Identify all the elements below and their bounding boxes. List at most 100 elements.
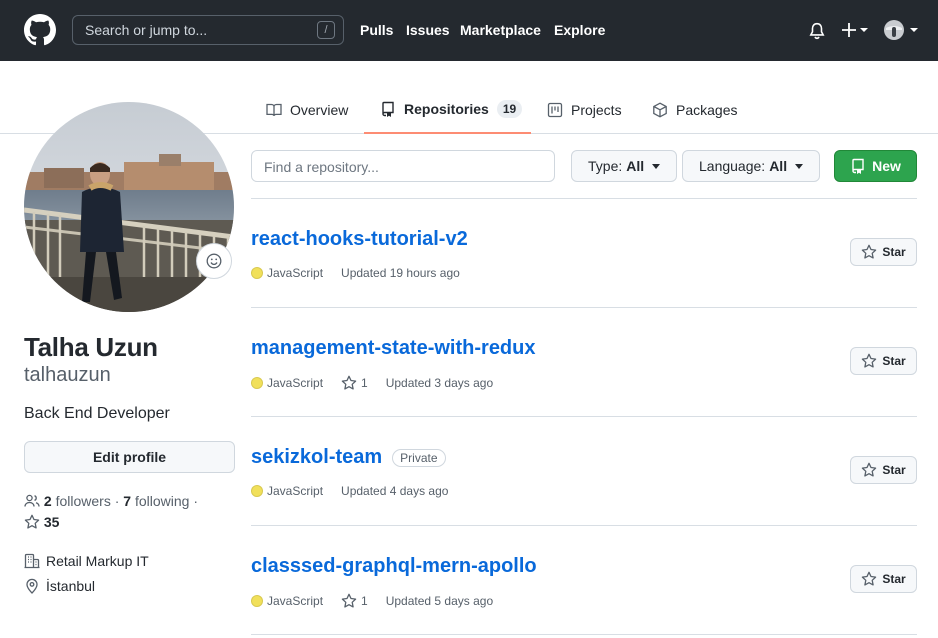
language-filter-label: Language: bbox=[699, 158, 766, 174]
smiley-icon bbox=[206, 253, 222, 269]
type-filter-label: Type: bbox=[588, 158, 623, 174]
repositories-count-badge: 19 bbox=[496, 100, 523, 118]
repo-name-link[interactable]: react-hooks-tutorial-v2 bbox=[251, 228, 468, 251]
profile-company: Retail Markup IT bbox=[24, 553, 149, 569]
repo-language: JavaScript bbox=[267, 266, 324, 280]
tab-projects-label: Projects bbox=[571, 101, 622, 118]
star-button[interactable]: Star bbox=[850, 238, 917, 266]
nav-marketplace[interactable]: Marketplace bbox=[460, 22, 541, 38]
people-icon bbox=[24, 494, 40, 507]
star-label: Star bbox=[882, 354, 906, 368]
repo-icon bbox=[382, 101, 394, 117]
github-logo-icon[interactable] bbox=[24, 14, 56, 46]
company-name: Retail Markup IT bbox=[46, 553, 149, 569]
tab-repositories-label: Repositories bbox=[404, 101, 489, 117]
top-header: Search or jump to... / Pulls Issues Mark… bbox=[0, 0, 938, 61]
stats-separator: · bbox=[193, 493, 199, 509]
star-label: Star bbox=[882, 245, 906, 259]
bell-icon[interactable] bbox=[808, 22, 826, 40]
caret-down-icon bbox=[795, 163, 804, 169]
repo-updated: Updated 19 hours ago bbox=[341, 266, 460, 280]
user-avatar-icon bbox=[884, 20, 918, 40]
repo-language: JavaScript bbox=[267, 594, 324, 608]
package-icon bbox=[653, 101, 667, 118]
following-link[interactable]: 7 following bbox=[123, 493, 189, 509]
location-name: İstanbul bbox=[46, 578, 96, 594]
repo-stargazers-link[interactable]: 1 bbox=[341, 593, 368, 609]
language-color-dot bbox=[251, 595, 263, 607]
star-icon bbox=[862, 353, 877, 368]
repo-list-item: react-hooks-tutorial-v2 JavaScript Updat… bbox=[251, 198, 917, 307]
followers-label: followers bbox=[55, 493, 111, 509]
stars-link[interactable]: 35 bbox=[24, 514, 59, 530]
repo-language: JavaScript bbox=[267, 376, 324, 390]
repo-title-row: management-state-with-redux bbox=[251, 337, 536, 360]
language-filter-dropdown[interactable]: Language: All bbox=[682, 150, 821, 182]
plus-icon bbox=[842, 23, 868, 37]
nav-explore[interactable]: Explore bbox=[554, 22, 605, 38]
language-color-dot bbox=[251, 377, 263, 389]
organization-icon bbox=[24, 553, 40, 569]
repo-language: JavaScript bbox=[267, 484, 324, 498]
star-button[interactable]: Star bbox=[850, 565, 917, 593]
followers-count: 2 bbox=[43, 493, 52, 509]
tab-packages-label: Packages bbox=[676, 101, 738, 118]
profile-location: İstanbul bbox=[24, 578, 95, 594]
type-filter-dropdown[interactable]: Type: All bbox=[571, 150, 678, 182]
create-new-dropdown[interactable] bbox=[840, 20, 870, 40]
location-icon bbox=[26, 578, 38, 594]
user-menu-dropdown[interactable] bbox=[884, 20, 920, 40]
repo-meta: JavaScript Updated 19 hours ago bbox=[251, 266, 460, 280]
star-icon bbox=[862, 462, 877, 477]
new-button-label: New bbox=[872, 158, 901, 174]
tab-overview-label: Overview bbox=[290, 101, 349, 118]
follow-stats: 2 followers · 7 following · 35 bbox=[24, 491, 224, 533]
private-badge: Private bbox=[392, 448, 446, 467]
followers-link[interactable]: 2 followers bbox=[44, 493, 111, 509]
star-icon bbox=[24, 514, 40, 529]
nav-issues[interactable]: Issues bbox=[406, 22, 450, 38]
repo-icon bbox=[852, 158, 864, 174]
star-icon bbox=[341, 593, 357, 608]
repo-meta: JavaScript Updated 4 days ago bbox=[251, 484, 448, 498]
star-button[interactable]: Star bbox=[850, 347, 917, 375]
star-label: Star bbox=[882, 463, 906, 477]
repo-list-item: sekizkol-team Private JavaScript Updated… bbox=[251, 416, 917, 525]
repo-stargazers-link[interactable]: 1 bbox=[341, 375, 368, 391]
tab-repositories[interactable]: Repositories 19 bbox=[364, 86, 531, 134]
book-icon bbox=[266, 103, 282, 116]
following-label: following bbox=[134, 493, 190, 509]
stars-count: 35 bbox=[43, 514, 60, 530]
new-repository-button[interactable]: New bbox=[834, 150, 917, 182]
list-divider bbox=[251, 634, 917, 635]
search-input[interactable]: Search or jump to... / bbox=[72, 15, 344, 45]
language-filter-value: All bbox=[769, 158, 788, 174]
caret-down-icon bbox=[652, 163, 661, 169]
tab-overview[interactable]: Overview bbox=[266, 86, 348, 133]
search-placeholder: Search or jump to... bbox=[85, 22, 208, 38]
repo-title-row: classsed-graphql-mern-apollo bbox=[251, 555, 537, 578]
repo-name-link[interactable]: sekizkol-team bbox=[251, 446, 382, 469]
repo-name-link[interactable]: management-state-with-redux bbox=[251, 337, 536, 360]
profile-avatar[interactable] bbox=[24, 102, 234, 312]
language-color-dot bbox=[251, 485, 263, 497]
star-icon bbox=[862, 571, 877, 586]
nav-pulls[interactable]: Pulls bbox=[360, 22, 393, 38]
repo-name-link[interactable]: classsed-graphql-mern-apollo bbox=[251, 555, 537, 578]
profile-bio: Back End Developer bbox=[24, 405, 170, 422]
star-button[interactable]: Star bbox=[850, 456, 917, 484]
star-icon bbox=[862, 244, 877, 259]
edit-profile-button[interactable]: Edit profile bbox=[24, 441, 235, 473]
repo-updated: Updated 5 days ago bbox=[385, 594, 494, 608]
type-filter-value: All bbox=[626, 158, 645, 174]
tab-packages[interactable]: Packages bbox=[652, 86, 737, 133]
repo-updated: Updated 4 days ago bbox=[341, 484, 449, 498]
tab-projects[interactable]: Projects bbox=[547, 86, 622, 133]
profile-photo bbox=[24, 102, 234, 312]
repo-list-item: management-state-with-redux JavaScript 1… bbox=[251, 307, 917, 416]
find-repository-input[interactable]: Find a repository... bbox=[251, 150, 555, 182]
repo-meta: JavaScript 1 Updated 3 days ago bbox=[251, 375, 493, 391]
repo-list-item: classsed-graphql-mern-apollo JavaScript … bbox=[251, 525, 917, 634]
repo-title-row: sekizkol-team Private bbox=[251, 446, 446, 469]
set-status-button[interactable] bbox=[196, 243, 232, 279]
